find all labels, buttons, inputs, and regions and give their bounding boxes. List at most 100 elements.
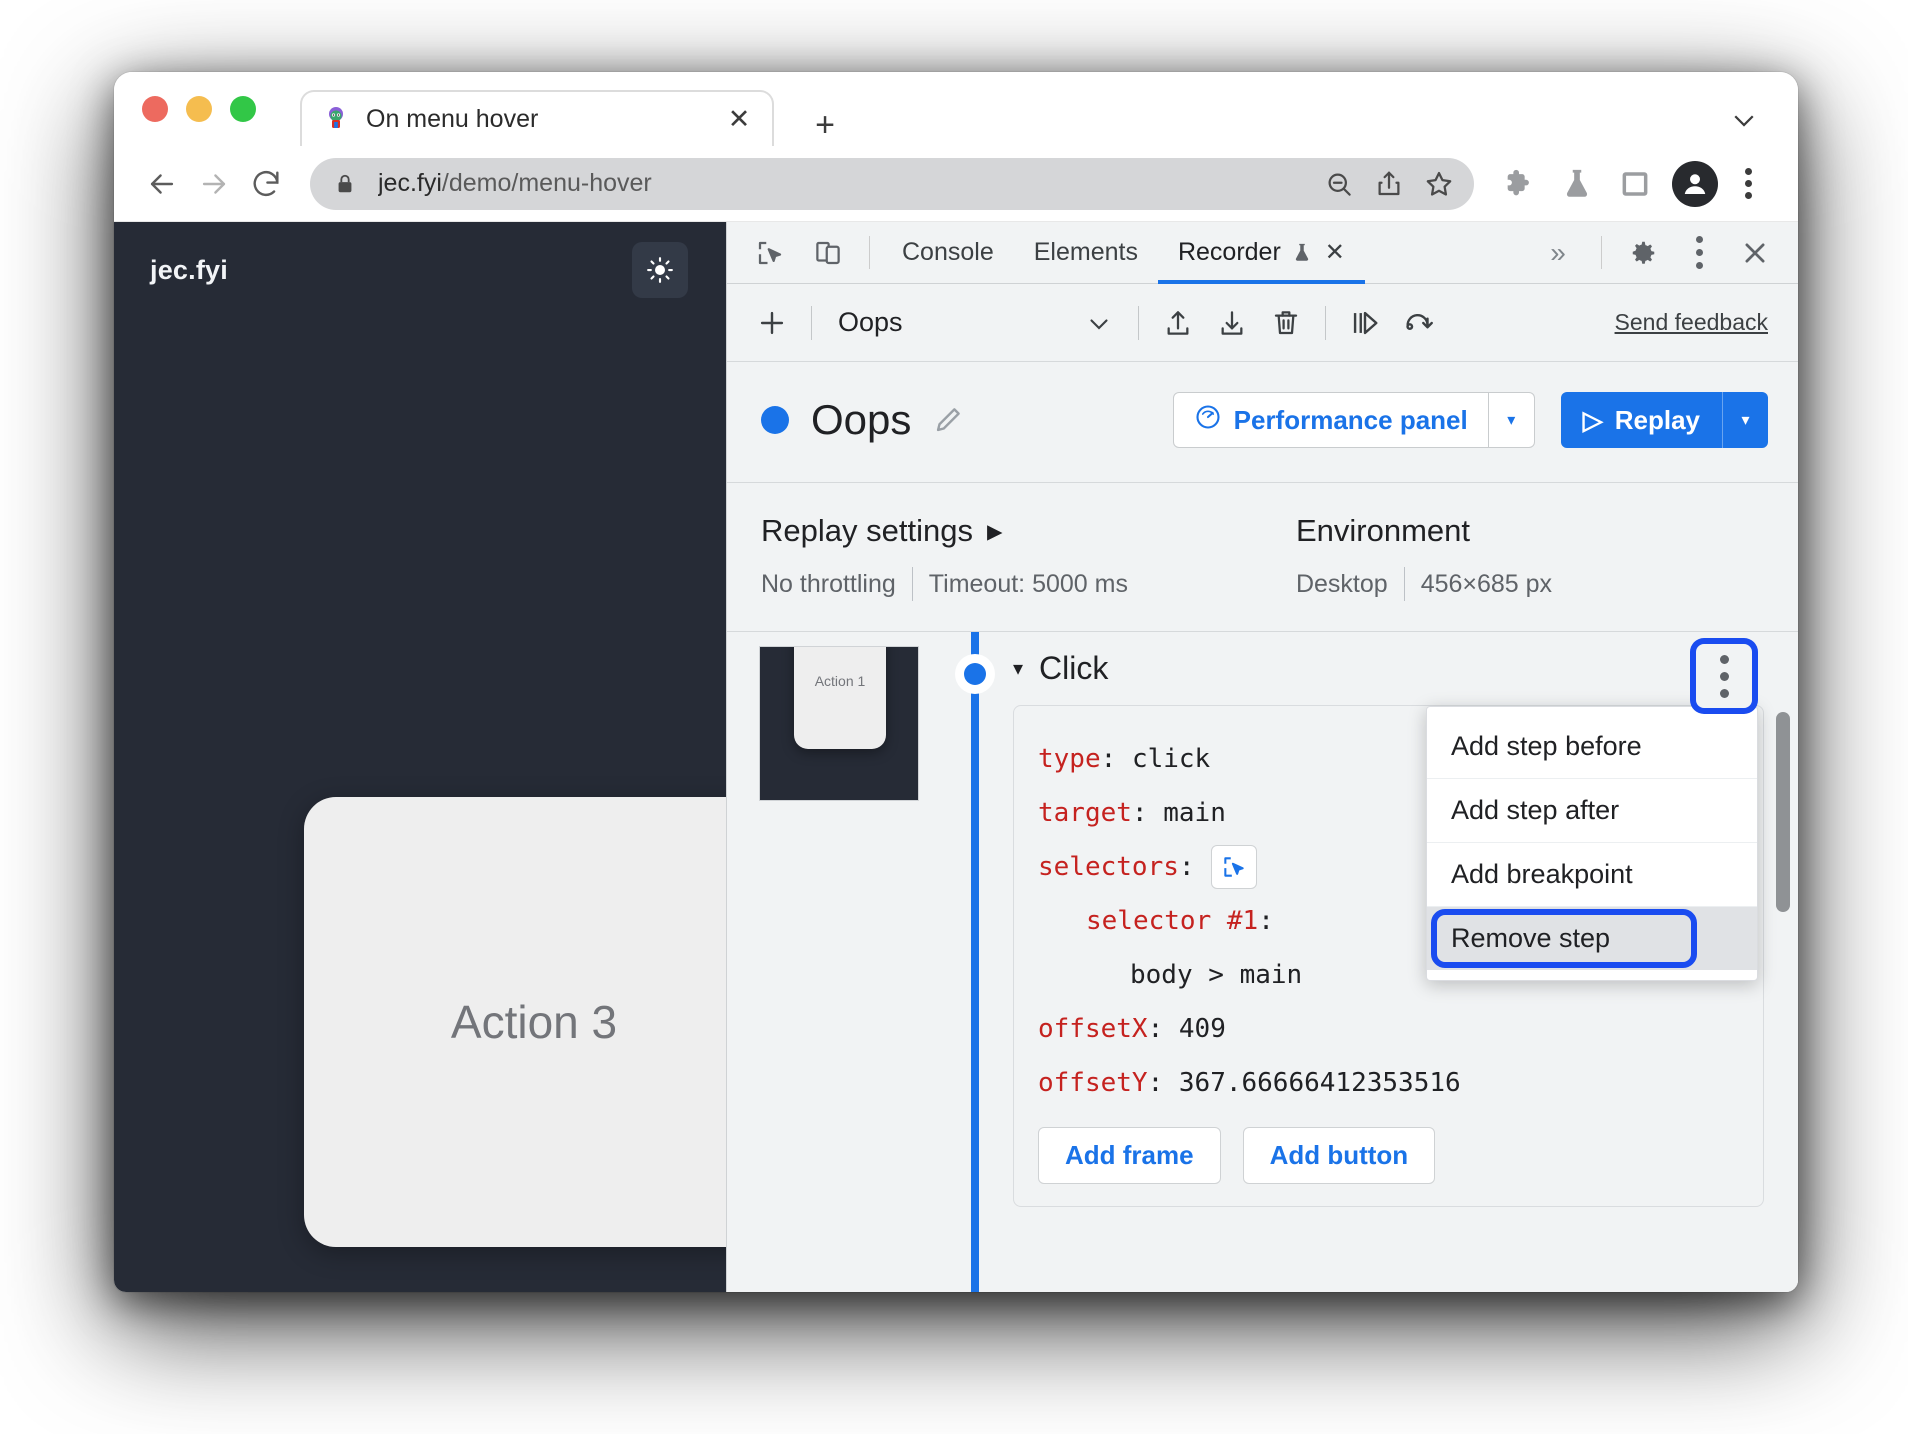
add-frame-button[interactable]: Add frame	[1038, 1126, 1221, 1184]
tab-elements-label: Elements	[1033, 238, 1138, 266]
devtools-panel: Console Elements Recorder ✕ » Oops Send …	[726, 222, 1798, 1292]
replay-label: Replay	[1614, 404, 1700, 435]
address-bar[interactable]: jec.fyi/demo/menu-hover	[310, 157, 1474, 210]
more-tabs-icon[interactable]: »	[1527, 222, 1589, 283]
recording-actions: Performance panel ▾ ▷ Replay ▾	[1172, 392, 1768, 448]
replay-button[interactable]: ▷ Replay	[1560, 392, 1722, 448]
share-icon[interactable]	[1364, 161, 1414, 207]
step-thumbnail[interactable]: Action 1	[759, 646, 919, 801]
performance-panel-dropdown[interactable]: ▾	[1488, 392, 1535, 448]
divider	[811, 305, 812, 340]
recording-select-label[interactable]: Oops	[838, 307, 903, 338]
page-brand: jec.fyi	[150, 254, 228, 285]
action-card-label: Action 3	[450, 996, 618, 1048]
url-path: /demo/menu-hover	[441, 169, 652, 197]
device-toolbar-icon[interactable]	[799, 222, 857, 283]
recorder-toolbar: Oops Send feedback	[727, 284, 1798, 362]
menu-item-add-step-before[interactable]: Add step before	[1427, 715, 1757, 779]
recording-header: Oops Performance panel ▾ ▷ Replay ▾	[727, 362, 1798, 483]
performance-panel-button[interactable]: Performance panel	[1172, 392, 1489, 448]
performance-gauge-icon	[1194, 403, 1222, 438]
step-kebab-icon[interactable]	[1696, 644, 1752, 708]
add-button-button[interactable]: Add button	[1242, 1126, 1436, 1184]
chevron-down-icon[interactable]	[1724, 100, 1764, 140]
replay-settings-group: Replay settings ▸ No throttling Timeout:…	[761, 513, 1144, 601]
zoom-out-icon[interactable]	[1314, 161, 1364, 207]
divider	[1601, 236, 1602, 269]
menu-item-add-step-after[interactable]: Add step after	[1427, 779, 1757, 843]
menu-item-add-breakpoint[interactable]: Add breakpoint	[1427, 843, 1757, 907]
lock-icon	[334, 172, 360, 196]
new-tab-button[interactable]: +	[804, 104, 846, 146]
browser-toolbar: jec.fyi/demo/menu-hover	[114, 146, 1798, 222]
browser-tab-active[interactable]: On menu hover ✕	[300, 90, 774, 146]
delete-icon[interactable]	[1259, 296, 1313, 350]
sun-icon[interactable]	[632, 242, 688, 298]
code-key: offsetY	[1038, 1068, 1148, 1099]
replay-loop-icon[interactable]	[1392, 296, 1446, 350]
url-host: jec.fyi	[378, 169, 442, 197]
close-icon[interactable]: ✕	[1325, 238, 1345, 267]
divider	[1324, 305, 1326, 340]
back-button[interactable]	[136, 158, 188, 210]
close-window-button[interactable]	[142, 96, 168, 122]
tab-elements[interactable]: Elements	[1014, 222, 1158, 283]
side-panel-icon[interactable]	[1606, 158, 1664, 210]
send-feedback-link[interactable]: Send feedback	[1615, 309, 1776, 336]
divider	[869, 236, 870, 269]
chevron-down-icon[interactable]: ▾	[1013, 659, 1023, 679]
maximize-window-button[interactable]	[230, 96, 256, 122]
code-button-row: Add frame Add button	[1038, 1126, 1739, 1184]
thumbnail-card-label: Action 1	[814, 673, 866, 689]
action-card[interactable]: Action 3	[304, 797, 726, 1247]
menu-item-remove-step[interactable]: Remove step	[1427, 907, 1757, 970]
throttling-value: No throttling	[761, 569, 896, 598]
browser-tab-title: On menu hover	[366, 104, 539, 133]
selector-picker-icon[interactable]	[1210, 845, 1257, 890]
reload-button[interactable]	[240, 158, 292, 210]
settings-gear-icon[interactable]	[1614, 222, 1672, 283]
tab-recorder[interactable]: Recorder ✕	[1157, 222, 1365, 284]
labs-flask-icon[interactable]	[1548, 158, 1606, 210]
replay-settings-header[interactable]: Replay settings ▸	[761, 513, 1144, 549]
code-value: main	[1163, 798, 1226, 829]
bookmark-star-icon[interactable]	[1414, 161, 1464, 207]
minimize-window-button[interactable]	[186, 96, 212, 122]
performance-panel-label: Performance panel	[1233, 404, 1468, 435]
play-icon: ▷	[1582, 404, 1603, 435]
step-title-row[interactable]: ▾ Click	[1013, 650, 1764, 687]
pencil-icon[interactable]	[931, 403, 965, 437]
devtools-tabbar: Console Elements Recorder ✕ »	[727, 222, 1798, 284]
export-icon[interactable]	[1151, 296, 1205, 350]
page-viewport: jec.fyi Action 3	[114, 222, 726, 1292]
browser-window: On menu hover ✕ + jec.fyi/demo/menu-hove…	[114, 72, 1798, 1292]
replay-settings-values: No throttling Timeout: 5000 ms	[761, 567, 1144, 601]
forward-button[interactable]	[188, 158, 240, 210]
step-over-icon[interactable]	[1338, 296, 1392, 350]
code-key: offsetX	[1038, 1014, 1148, 1045]
close-icon[interactable]: ✕	[722, 102, 756, 136]
recording-title: Oops	[811, 396, 912, 443]
profile-avatar-icon[interactable]	[1672, 160, 1718, 207]
inspect-element-icon[interactable]	[741, 222, 799, 283]
code-key: selector #1	[1086, 906, 1259, 937]
environment-group: Environment Desktop 456×685 px	[1296, 513, 1568, 601]
code-sep: :	[1131, 798, 1164, 829]
replay-dropdown[interactable]: ▾	[1722, 392, 1768, 448]
code-sep: :	[1100, 744, 1132, 774]
extensions-puzzle-icon[interactable]	[1490, 158, 1548, 210]
chrome-menu-icon[interactable]	[1726, 158, 1770, 210]
import-icon[interactable]	[1205, 296, 1259, 350]
steps-scrollbar[interactable]	[1776, 712, 1790, 912]
chevron-down-icon[interactable]	[1072, 296, 1126, 350]
code-value: 409	[1178, 1014, 1226, 1045]
devtools-close-icon[interactable]	[1726, 222, 1784, 283]
performance-panel-split-button: Performance panel ▾	[1172, 392, 1535, 448]
add-recording-button[interactable]	[745, 296, 799, 350]
browser-body: jec.fyi Action 3 Console Elements Record…	[114, 222, 1798, 1292]
tab-console[interactable]: Console	[882, 222, 1014, 283]
devtools-kebab-icon[interactable]	[1672, 222, 1726, 283]
address-bar-url: jec.fyi/demo/menu-hover	[378, 169, 1314, 198]
code-sep: :	[1258, 906, 1274, 937]
experimental-flask-icon	[1291, 241, 1313, 265]
